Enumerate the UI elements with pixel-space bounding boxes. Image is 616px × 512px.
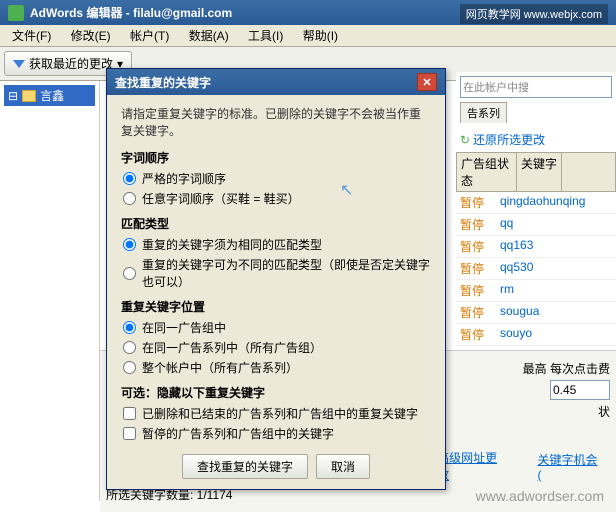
cursor-icon: ↖ xyxy=(340,180,353,200)
status-cell: 暂停 xyxy=(456,214,496,235)
find-duplicates-button[interactable]: 查找重复的关键字 xyxy=(182,454,308,479)
watermark-top: 网页教学网 www.webjx.com xyxy=(460,4,608,24)
menu-account[interactable]: 帐户(T) xyxy=(122,27,177,45)
table-row[interactable]: 暂停souyo xyxy=(456,324,616,346)
dialog-description: 请指定重复关键字的标准。已删除的关键字不会被当作重复关键字。 xyxy=(121,105,431,139)
table-row[interactable]: 暂停qingdaohunqing xyxy=(456,192,616,214)
dialog-titlebar: 查找重复的关键字 ✕ xyxy=(107,69,445,95)
section-optional-hide: 可选：隐藏以下重复关键字 xyxy=(121,384,431,401)
col-adgroup-status[interactable]: 广告组状态 xyxy=(457,153,517,191)
radio-any-order-label: 任意字词顺序（买鞋 = 鞋买） xyxy=(142,190,300,207)
radio-diff-match-label: 重复的关键字可为不同的匹配类型（即使是否定关键字也可以） xyxy=(142,256,431,290)
dialog-title-text: 查找重复的关键字 xyxy=(115,74,211,91)
keyword-cell: qq xyxy=(496,214,517,235)
refresh-icon: ↻ xyxy=(460,133,470,147)
radio-diff-match[interactable] xyxy=(123,267,136,280)
radio-whole-account[interactable] xyxy=(123,361,136,374)
download-icon xyxy=(13,60,25,68)
radio-any-order[interactable] xyxy=(123,192,136,205)
status-cell: 暂停 xyxy=(456,192,496,213)
section-match-type: 匹配类型 xyxy=(121,215,431,232)
table-row[interactable]: 暂停rm xyxy=(456,280,616,302)
keyword-cell: qq163 xyxy=(496,236,537,257)
close-button[interactable]: ✕ xyxy=(417,73,437,91)
radio-strict-order-label: 严格的字词顺序 xyxy=(142,170,226,187)
check-deleted-ended-label: 已删除和已结束的广告系列和广告组中的重复关键字 xyxy=(142,405,418,422)
minus-icon: ⊟ xyxy=(8,89,18,103)
keyword-cell: qingdaohunqing xyxy=(496,192,589,213)
tab-campaigns[interactable]: 告系列 xyxy=(460,102,507,123)
table-header: 广告组状态 关键字 xyxy=(456,152,616,192)
tree-item-label: 言鑫 xyxy=(40,87,64,104)
search-input[interactable]: 在此帐户中搜 xyxy=(460,76,612,98)
max-cpc-input[interactable]: 0.45 xyxy=(550,380,610,400)
radio-same-adgroup[interactable] xyxy=(123,321,136,334)
find-duplicate-keywords-dialog: 查找重复的关键字 ✕ 请指定重复关键字的标准。已删除的关键字不会被当作重复关键字… xyxy=(106,68,446,490)
folder-icon xyxy=(22,90,36,102)
keyword-cell: rm xyxy=(496,280,518,301)
check-deleted-ended[interactable] xyxy=(123,407,136,420)
menu-edit[interactable]: 修改(E) xyxy=(63,27,119,45)
menu-file[interactable]: 文件(F) xyxy=(4,27,59,45)
status-label: 状 xyxy=(598,403,610,420)
table-row[interactable]: 暂停qq xyxy=(456,214,616,236)
cancel-button[interactable]: 取消 xyxy=(316,454,370,479)
get-changes-label: 获取最近的更改 xyxy=(29,55,113,72)
bid-label: 最高 每次点击费 xyxy=(523,360,610,377)
window-title: AdWords 编辑器 - filalu@gmail.com xyxy=(30,4,232,21)
keyword-cell: souyo xyxy=(496,324,536,345)
watermark-bottom: www.adwordser.com xyxy=(476,488,604,504)
table-row[interactable]: 暂停qq530 xyxy=(456,258,616,280)
check-paused[interactable] xyxy=(123,427,136,440)
radio-same-adgroup-label: 在同一广告组中 xyxy=(142,319,226,336)
link-keyword-opportunity[interactable]: 关键字机会( xyxy=(537,451,600,482)
radio-same-match-label: 重复的关键字须为相同的匹配类型 xyxy=(142,236,322,253)
menu-tools[interactable]: 工具(I) xyxy=(240,27,291,45)
section-word-order: 字词顺序 xyxy=(121,149,431,166)
menu-data[interactable]: 数据(A) xyxy=(181,27,237,45)
check-paused-label: 暂停的广告系列和广告组中的关键字 xyxy=(142,425,334,442)
tree-item-account[interactable]: ⊟ 言鑫 xyxy=(4,85,95,106)
table-row[interactable]: 暂停qq163 xyxy=(456,236,616,258)
restore-changes-link[interactable]: 还原所选更改 xyxy=(473,133,545,147)
keyword-cell: sougua xyxy=(496,302,543,323)
status-cell: 暂停 xyxy=(456,302,496,323)
status-cell: 暂停 xyxy=(456,280,496,301)
status-cell: 暂停 xyxy=(456,324,496,345)
keyword-cell: qq530 xyxy=(496,258,537,279)
radio-whole-account-label: 整个帐户中（所有广告系列） xyxy=(142,359,298,376)
account-tree-sidebar: ⊟ 言鑫 xyxy=(0,81,100,501)
col-keyword[interactable]: 关键字 xyxy=(517,153,562,191)
menu-help[interactable]: 帮助(I) xyxy=(295,27,346,45)
link-advanced-url[interactable]: 高级网址更改 xyxy=(437,449,507,483)
radio-strict-order[interactable] xyxy=(123,172,136,185)
radio-same-match[interactable] xyxy=(123,238,136,251)
radio-same-campaign[interactable] xyxy=(123,341,136,354)
menubar: 文件(F) 修改(E) 帐户(T) 数据(A) 工具(I) 帮助(I) xyxy=(0,25,616,47)
radio-same-campaign-label: 在同一广告系列中（所有广告组） xyxy=(142,339,322,356)
section-location: 重复关键字位置 xyxy=(121,298,431,315)
table-row[interactable]: 暂停sougua xyxy=(456,302,616,324)
status-cell: 暂停 xyxy=(456,236,496,257)
status-cell: 暂停 xyxy=(456,258,496,279)
app-logo-icon xyxy=(8,5,24,21)
